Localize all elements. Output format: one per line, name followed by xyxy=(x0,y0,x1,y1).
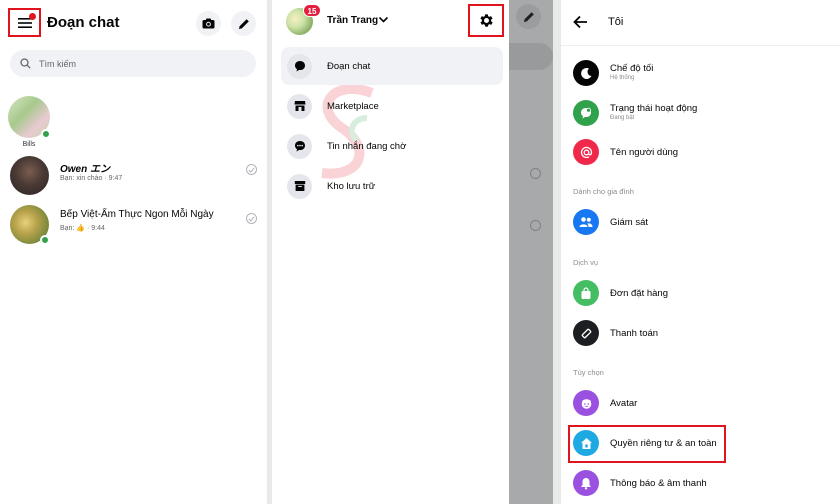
me-settings-panel: Tôi Chế độ tối Hệ thống Trạng thái hoạt … xyxy=(561,0,840,504)
setting-label: Thông báo & âm thanh xyxy=(610,478,707,489)
compose-button-dimmed xyxy=(516,4,541,29)
setting-notifications[interactable]: Thông báo & âm thanh xyxy=(573,468,833,500)
avatar xyxy=(10,156,49,195)
pencil-icon xyxy=(238,18,249,29)
payment-icon xyxy=(573,320,599,346)
active-status-icon xyxy=(573,100,599,126)
setting-label: Đơn đặt hàng xyxy=(610,288,668,299)
avatar-face-icon xyxy=(573,390,599,416)
search-bar[interactable]: Tìm kiếm xyxy=(10,50,256,77)
settings-header: Tôi xyxy=(561,0,840,46)
setting-label: Giám sát xyxy=(610,217,649,228)
settings-button[interactable] xyxy=(468,4,504,37)
section-title: Tùy chọn xyxy=(573,368,604,377)
chat-preview: Bạn: 👍 · 9:44 xyxy=(60,225,105,232)
chat-bubble-icon xyxy=(287,53,312,79)
setting-active-status[interactable]: Trạng thái hoạt động Đang bật xyxy=(573,98,833,130)
setting-supervision[interactable]: Giám sát xyxy=(573,207,833,239)
people-icon xyxy=(573,209,599,235)
setting-dark-mode[interactable]: Chế độ tối Hệ thống xyxy=(573,58,833,90)
search-placeholder: Tìm kiếm xyxy=(39,58,76,69)
search-bar-dimmed xyxy=(509,43,553,70)
page-title: Đoạn chat xyxy=(47,14,120,31)
pencil-icon xyxy=(523,11,534,22)
pending-chat-icon xyxy=(287,133,312,159)
delivered-check-icon xyxy=(530,168,541,179)
chat-name: Owen エン xyxy=(60,164,111,175)
chevron-down-icon[interactable] xyxy=(378,14,389,25)
avatar xyxy=(8,96,51,139)
setting-payments[interactable]: Thanh toán xyxy=(573,318,833,350)
setting-label: Thanh toán xyxy=(610,328,659,339)
setting-avatar[interactable]: Avatar xyxy=(573,388,833,420)
menu-item-marketplace[interactable]: Marketplace xyxy=(281,87,503,125)
menu-item-chats[interactable]: Đoạn chat xyxy=(281,47,503,85)
side-menu-panel: 15 Trần Trang Đoạn chat Marketplace Tin … xyxy=(272,0,509,504)
menu-item-label: Marketplace xyxy=(327,100,379,112)
chat-name: Bếp Việt-Ẩm Thực Ngon Mỗi Ngày xyxy=(60,209,214,220)
story-item[interactable]: Bills xyxy=(8,96,51,148)
delivered-check-icon xyxy=(530,220,541,231)
shopping-bag-icon xyxy=(573,280,599,306)
avatar xyxy=(10,205,50,245)
compose-button[interactable] xyxy=(231,11,256,36)
online-indicator xyxy=(41,129,51,139)
store-icon xyxy=(287,93,312,119)
chat-row-1[interactable]: Owen エン Bạn: xin chào · 9:47 xyxy=(10,154,260,196)
at-sign-icon xyxy=(573,139,599,165)
setting-label: Chế độ tối xyxy=(610,63,654,74)
chat-preview: Bạn: xin chào · 9:47 xyxy=(60,175,123,182)
setting-username[interactable]: Tên người dùng xyxy=(573,137,833,169)
setting-sub: Đang bật xyxy=(610,115,635,121)
chats-panel: Đoạn chat Tìm kiếm Bills Owen エン Bạn: xi… xyxy=(0,0,267,504)
setting-label: Trạng thái hoạt động xyxy=(610,103,698,114)
moon-icon xyxy=(573,60,599,86)
setting-orders[interactable]: Đơn đặt hàng xyxy=(573,278,833,310)
dimmed-overlay[interactable] xyxy=(509,0,553,504)
search-icon xyxy=(20,58,31,69)
setting-label: Tên người dùng xyxy=(610,147,679,158)
section-title: Dịch vụ xyxy=(573,258,599,267)
camera-icon xyxy=(202,18,215,29)
menu-item-archive[interactable]: Kho lưu trữ xyxy=(281,167,503,205)
notification-dot xyxy=(29,13,36,20)
menu-item-pending[interactable]: Tin nhắn đang chờ xyxy=(281,127,503,165)
setting-label: Avatar xyxy=(610,398,638,409)
story-name: Bills xyxy=(22,141,36,148)
archive-icon xyxy=(287,173,312,199)
delivered-check-icon xyxy=(246,213,257,224)
divider xyxy=(553,0,561,504)
menu-item-label: Đoạn chat xyxy=(327,60,371,72)
back-arrow-icon[interactable] xyxy=(573,15,588,29)
page-title: Tôi xyxy=(608,16,624,28)
online-indicator xyxy=(40,235,50,245)
chat-row-2[interactable]: Bếp Việt-Ẩm Thực Ngon Mỗi Ngày Bạn: 👍 · … xyxy=(10,203,260,245)
setting-sub: Hệ thống xyxy=(610,75,635,81)
section-title: Dành cho gia đình xyxy=(573,187,634,196)
camera-button[interactable] xyxy=(196,11,221,36)
gear-icon xyxy=(479,14,493,27)
notification-badge: 15 xyxy=(303,4,321,17)
menu-item-label: Tin nhắn đang chờ xyxy=(327,140,407,152)
menu-button[interactable] xyxy=(8,8,41,37)
highlight-box xyxy=(568,425,726,463)
profile-name[interactable]: Trần Trang xyxy=(327,15,378,26)
bell-icon xyxy=(573,470,599,496)
menu-item-label: Kho lưu trữ xyxy=(327,180,376,192)
delivered-check-icon xyxy=(246,164,257,175)
chats-header: Đoạn chat xyxy=(0,0,267,48)
